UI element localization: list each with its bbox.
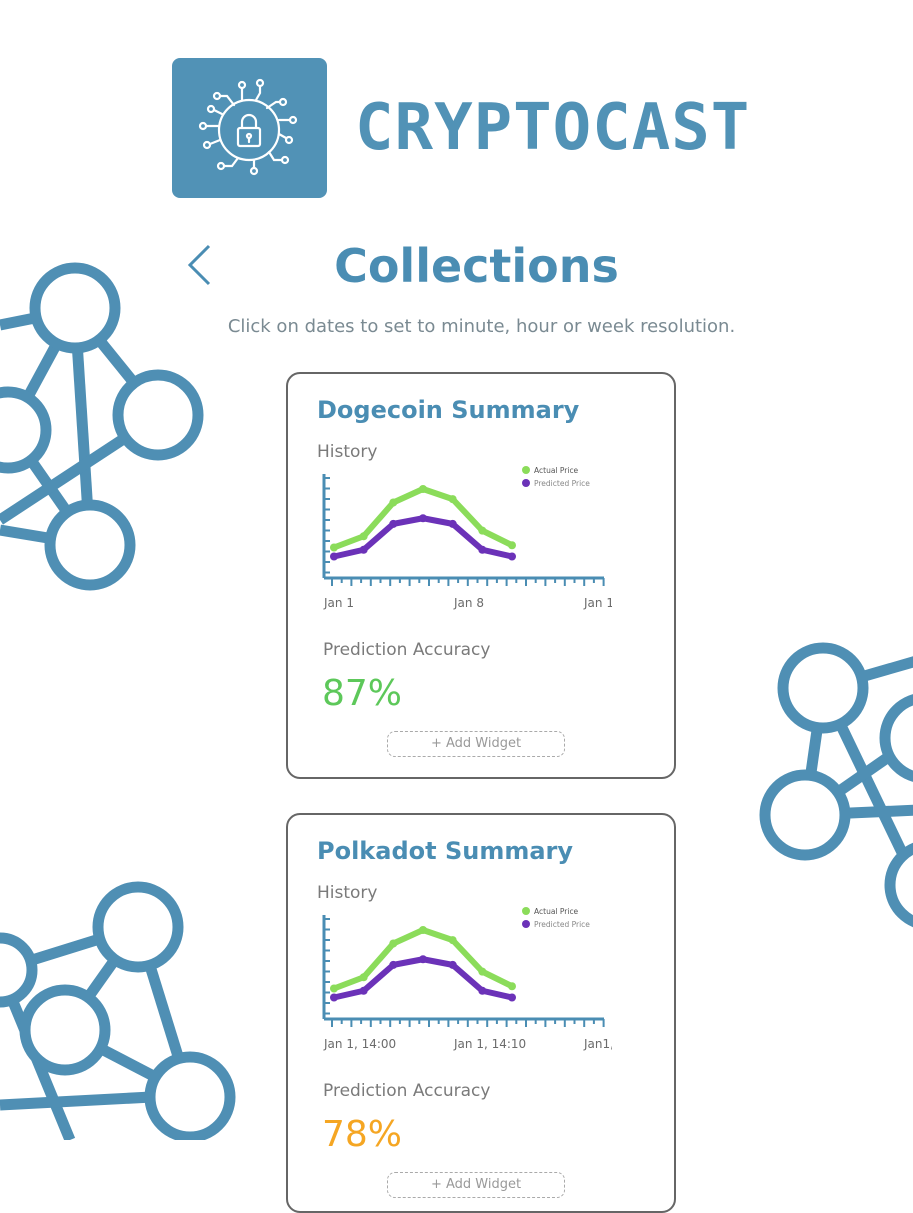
data-point (478, 967, 487, 976)
page-title: Collections (334, 239, 619, 293)
data-point (359, 986, 368, 995)
data-point (508, 982, 516, 991)
legend-label: Predicted Price (534, 920, 590, 929)
data-point (330, 543, 338, 552)
data-point (419, 485, 427, 493)
page-subtitle: Click on dates to set to minute, hour or… (227, 316, 736, 337)
data-point (389, 498, 398, 507)
legend-label: Predicted Price (534, 479, 590, 488)
data-point (359, 545, 368, 554)
data-point (448, 495, 457, 504)
data-point (359, 973, 368, 982)
prediction-accuracy-value: 78% (322, 1114, 403, 1155)
lock-circuit-icon (198, 78, 298, 176)
network-graph-left-bottom (0, 881, 236, 1140)
legend-label: Actual Price (534, 907, 579, 916)
data-point (330, 993, 338, 1002)
data-point (478, 545, 487, 554)
x-tick-label[interactable]: Jan 1, 14:10 (453, 1037, 526, 1051)
prediction-accuracy-value: 87% (322, 673, 403, 714)
polkadot-summary-card: Polkadot Summary History Actual Price Pre… (286, 813, 676, 1213)
history-chart: Actual Price Predicted Price Jan 1 Jan 8 Jan… (322, 466, 612, 610)
data-point (508, 552, 516, 561)
data-point (419, 926, 427, 934)
prediction-accuracy-label: Prediction Accuracy (323, 1081, 491, 1101)
data-point (330, 552, 338, 561)
prediction-accuracy-label: Prediction Accuracy (323, 640, 491, 660)
add-widget-button[interactable]: + Add Widget (387, 1172, 565, 1198)
data-point (448, 936, 457, 945)
history-chart: Actual Price Predicted Price Jan 1, 14:00 J… (322, 907, 612, 1051)
data-point (419, 514, 427, 523)
x-tick-label[interactable]: Jan 1, 14:00 (323, 1037, 396, 1051)
legend-marker (522, 479, 530, 487)
x-tick-label[interactable]: Jan 8 (453, 596, 484, 610)
data-point (389, 519, 398, 528)
card-title: Dogecoin Summary (317, 396, 580, 424)
data-point (389, 960, 398, 969)
card-title: Polkadot Summary (317, 837, 574, 865)
x-tick-label[interactable]: Jan1, 14:15 (583, 1037, 612, 1051)
data-point (508, 541, 516, 550)
data-point (359, 532, 368, 541)
brand-name: CRYPTOCAST (355, 91, 751, 165)
dogecoin-summary-card: Dogecoin Summary History Actual Price Pre… (286, 372, 676, 779)
data-point (478, 986, 487, 995)
legend-label: Actual Price (534, 466, 579, 475)
add-widget-button[interactable]: + Add Widget (387, 731, 565, 757)
history-label: History (317, 442, 378, 462)
x-tick-label[interactable]: Jan 15 (583, 596, 612, 610)
logo-badge (172, 58, 327, 198)
network-graph-right (759, 642, 913, 928)
history-label: History (317, 883, 378, 903)
data-point (448, 519, 457, 528)
legend-marker (522, 466, 530, 474)
data-point (478, 526, 487, 535)
data-point (389, 939, 398, 948)
network-graph-left-top (0, 262, 204, 591)
data-point (448, 960, 457, 969)
legend-marker (522, 907, 530, 915)
data-point (419, 955, 427, 964)
data-point (330, 984, 338, 993)
legend-marker (522, 920, 530, 928)
x-tick-label[interactable]: Jan 1 (323, 596, 354, 610)
data-point (508, 993, 516, 1002)
